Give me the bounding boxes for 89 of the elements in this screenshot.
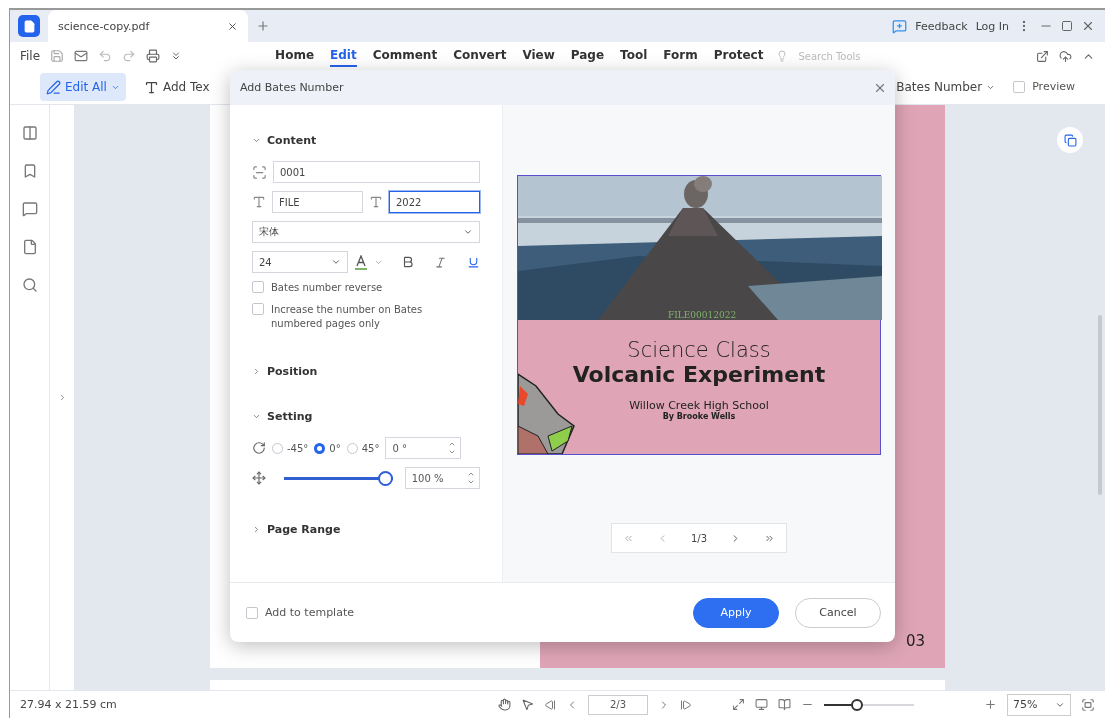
menu-tab[interactable]: Form — [663, 45, 698, 67]
fullscreen-icon[interactable] — [1081, 697, 1095, 712]
lightbulb-icon — [776, 50, 789, 62]
last-page-icon[interactable] — [680, 698, 692, 711]
caret-down-icon — [252, 136, 261, 145]
comment-icon[interactable] — [21, 201, 38, 217]
rotation-radio[interactable]: 0° — [314, 442, 341, 454]
search-icon[interactable] — [21, 277, 38, 293]
stepper-icon[interactable] — [467, 470, 475, 486]
template-checkbox[interactable]: Add to template — [246, 605, 354, 620]
page-icon[interactable] — [21, 239, 38, 255]
upload-icon[interactable] — [1059, 49, 1072, 63]
document-tab[interactable]: science-copy.pdf — [48, 10, 248, 42]
bates-number-button[interactable]: Bates Number — [890, 73, 1002, 101]
font-select[interactable]: 宋体 — [252, 221, 480, 243]
prefix-field[interactable]: FILE — [272, 191, 363, 213]
menu-tab[interactable]: Comment — [372, 45, 438, 67]
zoom-slider[interactable] — [824, 698, 914, 711]
menu-tab[interactable]: View — [522, 45, 555, 67]
feedback-icon[interactable] — [892, 18, 908, 34]
suffix-field[interactable]: 2022 — [389, 191, 480, 213]
slide-title: Science Class — [627, 338, 771, 362]
pen-icon — [46, 79, 61, 95]
apply-button[interactable]: Apply — [693, 597, 779, 628]
fit-icon[interactable] — [732, 698, 745, 711]
cancel-button[interactable]: Cancel — [795, 597, 881, 628]
stepper-icon[interactable] — [448, 440, 457, 456]
underline-icon[interactable] — [467, 255, 480, 269]
maximize-icon[interactable] — [1061, 20, 1073, 32]
italic-icon[interactable] — [434, 255, 448, 269]
pointer-icon[interactable] — [521, 698, 534, 711]
zoom-select[interactable]: 75% — [1007, 693, 1071, 716]
share-icon[interactable] — [1036, 49, 1049, 63]
close-icon[interactable] — [227, 20, 238, 32]
display-icon[interactable] — [755, 698, 768, 711]
page-number: 03 — [905, 632, 925, 650]
login-link[interactable]: Log In — [975, 19, 1009, 33]
option-checkbox[interactable]: Increase the number on Bates numbered pages only — [252, 303, 480, 331]
copy-icon[interactable] — [1057, 127, 1083, 153]
number-field[interactable]: 0001 — [273, 161, 480, 183]
caret-right-icon — [252, 525, 261, 534]
section-header[interactable]: Page Range — [252, 523, 480, 536]
section-header[interactable]: Setting — [252, 410, 480, 423]
caret-down-icon — [252, 412, 261, 421]
preview-checkbox[interactable]: Preview — [1013, 80, 1075, 94]
rotation-radio[interactable]: -45° — [272, 442, 309, 454]
file-menu[interactable]: File — [20, 49, 41, 63]
print-icon[interactable] — [146, 49, 161, 63]
first-page-icon[interactable] — [544, 698, 556, 711]
caret-icon — [331, 257, 341, 267]
edit-all-button[interactable]: Edit All — [40, 73, 126, 101]
section-header[interactable]: Content — [252, 134, 480, 147]
text-icon — [143, 79, 159, 95]
zoom-in-icon[interactable] — [984, 698, 997, 711]
caret-icon — [463, 227, 473, 237]
slide-heading: Volcanic Experiment — [572, 362, 826, 387]
slide-author: By Brooke Wells — [662, 412, 736, 421]
menu-tab[interactable]: Edit — [330, 45, 357, 67]
rotate-icon — [252, 441, 266, 455]
feedback-link[interactable]: Feedback — [915, 19, 968, 33]
option-checkbox[interactable]: Bates number reverse — [252, 281, 480, 295]
menu-tab[interactable]: Convert — [453, 45, 507, 67]
mail-icon[interactable] — [74, 49, 89, 63]
hand-icon[interactable] — [498, 698, 511, 711]
menu-tab[interactable]: Home — [275, 45, 315, 67]
angle-field[interactable]: 0 ° — [385, 437, 462, 459]
font-color-icon[interactable] — [354, 254, 368, 270]
menu-tab[interactable]: Page — [570, 45, 605, 67]
book-icon[interactable] — [778, 698, 791, 711]
caret-right-icon — [252, 367, 261, 376]
thumbnails-icon[interactable] — [21, 125, 38, 141]
opacity-slider[interactable] — [283, 470, 393, 486]
add-text-button[interactable]: Add Tex — [137, 73, 216, 101]
slide-school: Willow Creek High School — [629, 399, 769, 412]
page-indicator: 1/3 — [690, 532, 708, 544]
move-icon — [252, 471, 266, 485]
close-icon[interactable] — [1081, 19, 1095, 33]
rotation-radio[interactable]: 45° — [346, 442, 380, 454]
bates-number-text: FILE00012022 — [668, 310, 737, 320]
menu-tab[interactable]: Tool — [620, 45, 648, 67]
dialog-title: Add Bates Number — [240, 81, 344, 94]
size-select[interactable]: 24 — [252, 251, 348, 273]
menu-tab[interactable]: Protect — [713, 45, 764, 67]
page-size: 27.94 x 21.59 cm — [20, 698, 117, 711]
page-field[interactable]: 2/3 — [588, 694, 648, 715]
section-header[interactable]: Position — [252, 365, 480, 378]
opacity-field[interactable]: 100 % — [404, 467, 480, 489]
app-logo — [18, 15, 40, 37]
save-icon[interactable] — [50, 49, 65, 63]
